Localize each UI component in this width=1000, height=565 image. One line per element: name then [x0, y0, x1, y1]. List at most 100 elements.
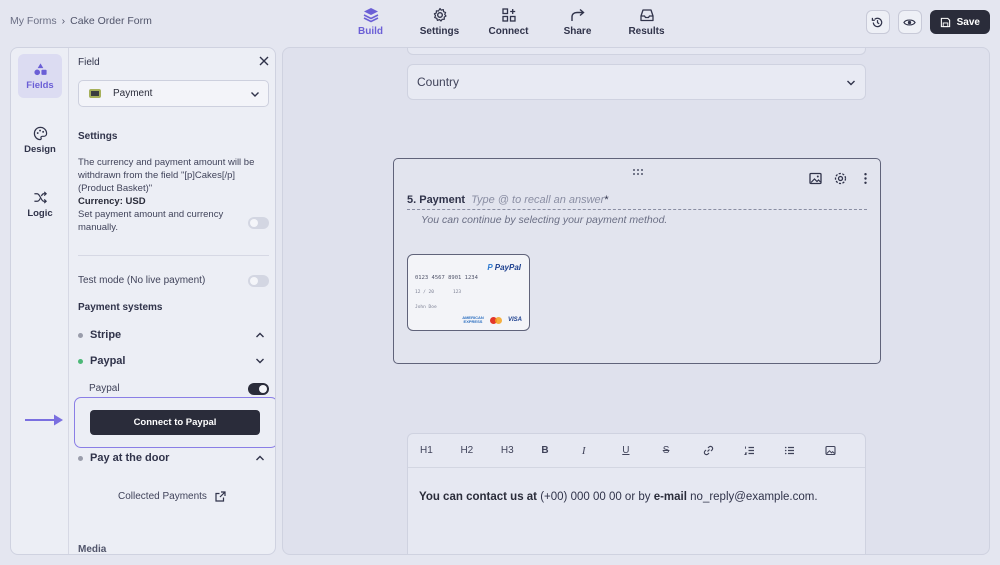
- top-actions: Save: [865, 10, 990, 34]
- status-dot: [78, 455, 83, 461]
- question-description[interactable]: You can continue by selecting your payme…: [421, 214, 667, 226]
- bold-button[interactable]: B: [541, 445, 581, 456]
- payment-systems-title: Payment systems: [78, 302, 163, 313]
- main-nav: Build Settings Connect Share Results: [336, 0, 681, 44]
- rich-text-block[interactable]: H1 H2 H3 B I U S You can contact us at (…: [407, 433, 866, 554]
- chevron-down-icon: [251, 92, 259, 97]
- manual-amount-toggle[interactable]: [248, 217, 269, 229]
- system-name: Pay at the door: [90, 452, 170, 464]
- builder-sidebar: Fields Design Logic Field Payment Settin…: [10, 47, 276, 555]
- eye-icon: [903, 18, 916, 26]
- rail-fields[interactable]: Fields: [18, 54, 62, 98]
- link-button[interactable]: [703, 445, 743, 456]
- shuffle-icon: [33, 190, 47, 204]
- field-type-select[interactable]: Payment: [78, 80, 269, 107]
- connect-highlight: Connect to Paypal: [74, 397, 275, 448]
- collected-payments-link[interactable]: Collected Payments: [118, 491, 226, 502]
- card-cvc: 123: [453, 290, 462, 295]
- drag-handle-icon[interactable]: [632, 168, 644, 176]
- close-icon[interactable]: [258, 55, 270, 67]
- form-canvas: Country 5. Payment Type @ to recall an a…: [282, 47, 990, 555]
- gear-icon[interactable]: [834, 172, 847, 185]
- save-icon: [940, 17, 950, 27]
- country-dropdown[interactable]: Country: [407, 64, 866, 100]
- inbox-icon: [639, 9, 654, 22]
- insert-image-button[interactable]: [824, 445, 865, 456]
- currency-description: The currency and payment amount will be …: [78, 156, 266, 234]
- rail-logic[interactable]: Logic: [18, 182, 62, 226]
- tab-label: Results: [628, 26, 665, 37]
- connect-paypal-button[interactable]: Connect to Paypal: [90, 410, 260, 435]
- payment-question-card[interactable]: 5. Payment Type @ to recall an answer * …: [393, 158, 881, 364]
- contact-text[interactable]: You can contact us at (+00) 000 00 00 or…: [419, 491, 818, 503]
- chevron-up-icon: [256, 455, 264, 461]
- save-button[interactable]: Save: [929, 10, 990, 34]
- breadcrumb: My Forms › Cake Order Form: [10, 15, 152, 27]
- question-placeholder: Type @ to recall an answer: [471, 194, 605, 206]
- paypal-toggle[interactable]: [248, 383, 269, 395]
- paypal-logo: P PayPal: [487, 263, 521, 272]
- icon-rail: Fields Design Logic: [11, 48, 69, 554]
- ordered-list-icon: [743, 446, 754, 456]
- h1-button[interactable]: H1: [420, 445, 460, 456]
- rail-label: Logic: [27, 207, 53, 219]
- more-vertical-icon[interactable]: [859, 172, 872, 185]
- underline-button[interactable]: U: [622, 445, 662, 456]
- rail-label: Fields: [26, 79, 54, 91]
- history-button[interactable]: [865, 10, 890, 34]
- payment-system-paypal[interactable]: Paypal: [78, 353, 269, 369]
- palette-icon: [33, 126, 47, 140]
- system-name: Paypal: [90, 355, 126, 367]
- breadcrumb-root[interactable]: My Forms: [10, 15, 57, 27]
- h2-button[interactable]: H2: [460, 445, 500, 456]
- panel-header: Field: [78, 57, 100, 68]
- manual-amount-label: Set payment amount and currency manually…: [78, 209, 224, 233]
- image-icon[interactable]: [809, 172, 822, 185]
- question-title-input[interactable]: 5. Payment Type @ to recall an answer *: [407, 194, 867, 210]
- visa-logo: VISA: [507, 317, 522, 323]
- preview-button[interactable]: [897, 10, 922, 34]
- breadcrumb-separator: ›: [61, 15, 66, 27]
- layers-icon: [363, 8, 378, 23]
- tab-label: Settings: [419, 26, 460, 37]
- tab-label: Share: [563, 26, 592, 37]
- h3-button[interactable]: H3: [501, 445, 541, 456]
- image-icon: [824, 445, 836, 456]
- chevron-up-icon: [256, 332, 264, 338]
- currency-label: Currency: USD: [78, 196, 146, 207]
- tab-settings[interactable]: Settings: [405, 0, 474, 44]
- pointer-arrow-icon: [25, 414, 63, 426]
- card-logos: AMERICAN EXPRESS VISA: [462, 316, 522, 324]
- previous-field-card: [407, 48, 866, 55]
- settings-title: Settings: [78, 131, 118, 142]
- rail-design[interactable]: Design: [18, 118, 62, 162]
- text-toolbar: H1 H2 H3 B I U S: [408, 434, 865, 468]
- tab-connect[interactable]: Connect: [474, 0, 543, 44]
- chevron-down-icon: [847, 80, 855, 86]
- bullet-list-button[interactable]: [784, 445, 824, 456]
- bullet-list-icon: [784, 446, 795, 455]
- status-dot: [78, 332, 83, 338]
- system-name: Stripe: [90, 329, 122, 341]
- amex-logo: AMERICAN EXPRESS: [462, 315, 484, 324]
- tab-share[interactable]: Share: [543, 0, 612, 44]
- link-icon: [704, 445, 714, 456]
- divider: [78, 255, 269, 256]
- test-mode-toggle[interactable]: [248, 275, 269, 287]
- external-link-icon: [215, 491, 226, 502]
- tab-results[interactable]: Results: [612, 0, 681, 44]
- payment-system-stripe[interactable]: Stripe: [78, 327, 269, 343]
- chevron-down-icon: [256, 358, 264, 364]
- question-tools: [809, 172, 872, 185]
- tab-build[interactable]: Build: [336, 0, 405, 44]
- tab-label: Build: [358, 26, 383, 37]
- field-type-value: Payment: [113, 88, 153, 99]
- payment-system-pay-at-door[interactable]: Pay at the door: [78, 450, 269, 466]
- share-arrow-icon: [570, 8, 585, 21]
- strikethrough-button[interactable]: S: [663, 445, 703, 456]
- payment-field-icon: [89, 89, 101, 98]
- italic-button[interactable]: I: [582, 445, 622, 457]
- shapes-icon: [33, 62, 47, 75]
- ordered-list-button[interactable]: [743, 445, 784, 456]
- mastercard-logo: [489, 316, 502, 324]
